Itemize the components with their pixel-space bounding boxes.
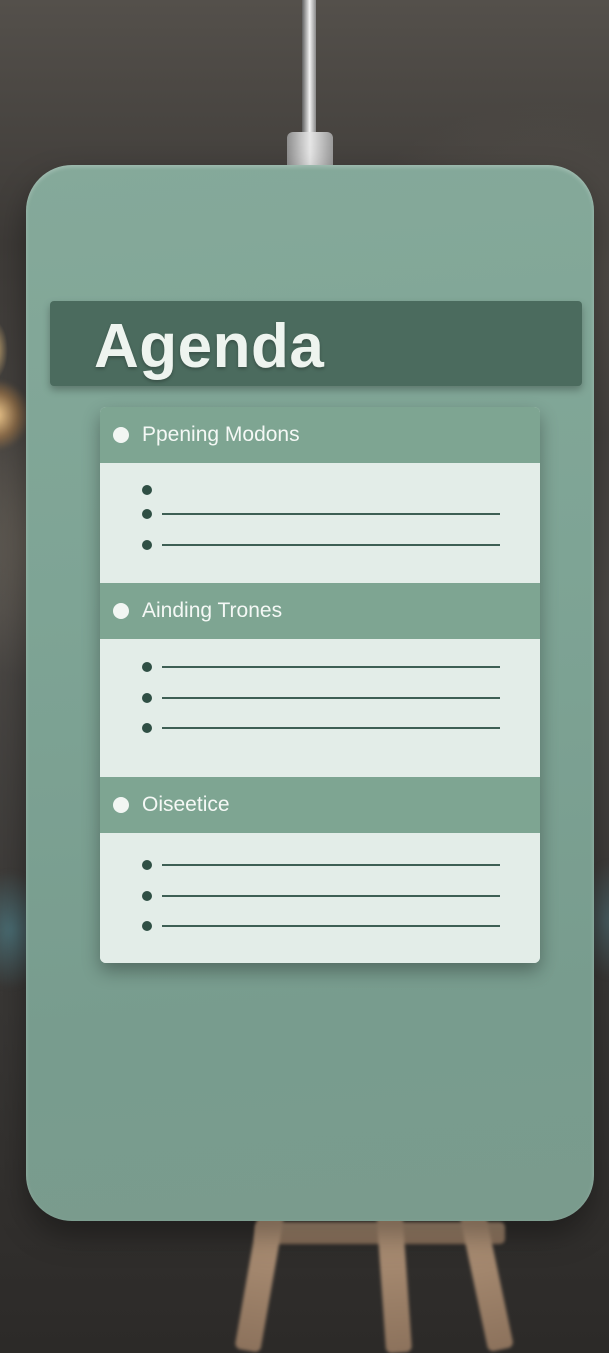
list-item — [142, 662, 502, 672]
section-body-3 — [100, 833, 540, 963]
background-lamp-glow — [0, 320, 8, 380]
section-body-2 — [100, 639, 540, 777]
section-title-3: Oiseetice — [142, 793, 230, 816]
bullet-line — [162, 697, 500, 699]
bullet-line — [162, 727, 500, 729]
agenda-board: Agenda Ppening Modons Ainding Trones Ois… — [26, 165, 594, 1221]
section-header-2: Ainding Trones — [100, 583, 540, 639]
section-title-2: Ainding Trones — [142, 599, 283, 622]
agenda-card: Ppening Modons Ainding Trones Oiseetice — [100, 407, 540, 963]
section-header-1: Ppening Modons — [100, 407, 540, 463]
bullet-dot-icon — [142, 891, 152, 901]
bullet-line — [162, 895, 500, 897]
bullet-dot-icon — [142, 860, 152, 870]
list-item — [142, 891, 502, 901]
section-bullet-icon — [113, 603, 129, 619]
section-bullet-icon — [113, 797, 129, 813]
bullet-line — [162, 666, 500, 668]
section-bullet-icon — [113, 427, 129, 443]
cable-connector — [287, 132, 333, 168]
bullet-dot-icon — [142, 540, 152, 550]
list-item — [142, 723, 502, 733]
section-header-3: Oiseetice — [100, 777, 540, 833]
bullet-line — [162, 513, 500, 515]
section-title-1: Ppening Modons — [142, 423, 300, 446]
list-item — [142, 540, 502, 550]
bullet-dot-icon — [142, 485, 152, 495]
section-body-1 — [100, 463, 540, 583]
bullet-line — [162, 544, 500, 546]
list-item — [142, 693, 502, 703]
bullet-dot-icon — [142, 662, 152, 672]
bullet-dot-icon — [142, 921, 152, 931]
hanging-cable — [302, 0, 316, 138]
bullet-dot-icon — [142, 509, 152, 519]
bullet-line — [162, 864, 500, 866]
background-scene: Agenda Ppening Modons Ainding Trones Ois… — [0, 0, 609, 1353]
bullet-dot-icon — [142, 723, 152, 733]
list-item — [142, 860, 502, 870]
bullet-line — [162, 925, 500, 927]
bullet-dot-icon — [142, 693, 152, 703]
list-item — [142, 921, 502, 931]
list-item — [142, 509, 502, 519]
list-item — [142, 485, 502, 495]
title-bar: Agenda — [50, 301, 582, 386]
board-title: Agenda — [94, 312, 325, 381]
